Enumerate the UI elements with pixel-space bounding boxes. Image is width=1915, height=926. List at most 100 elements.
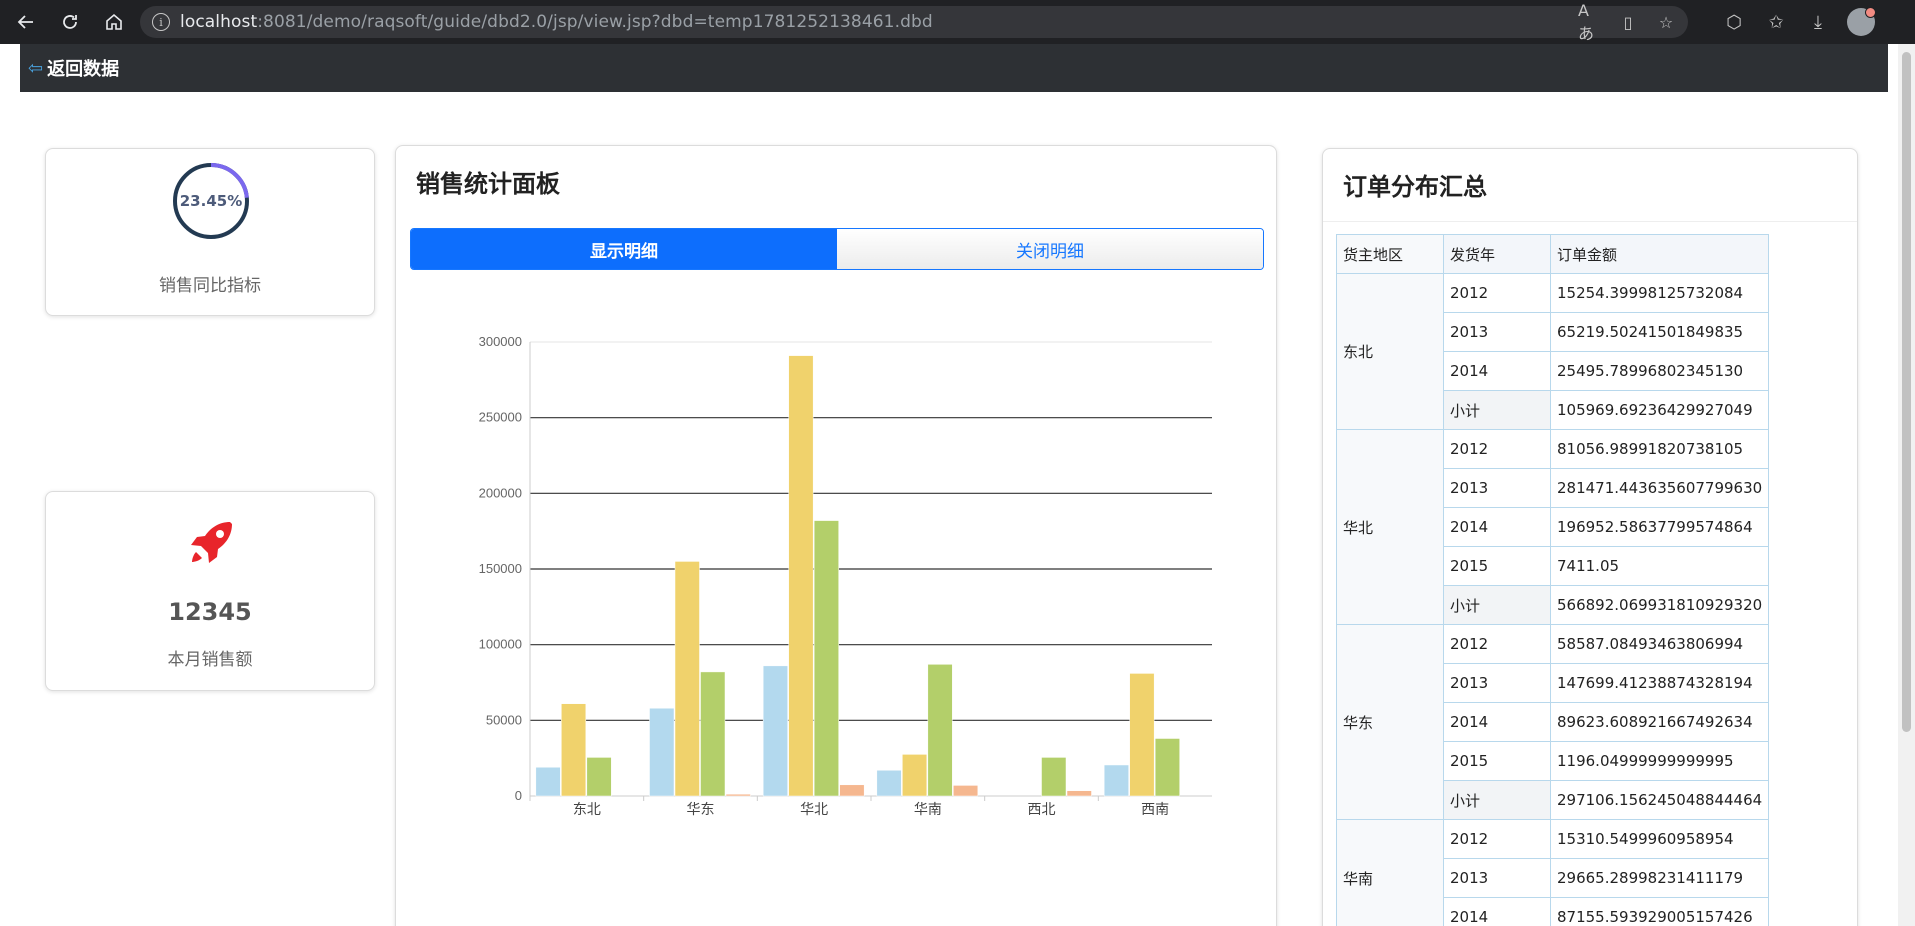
year-cell: 2012 xyxy=(1443,273,1551,313)
amount-cell: 58587.08493463806994 xyxy=(1549,624,1770,664)
x-tick-label: 西北 xyxy=(1028,802,1056,818)
x-tick-label: 西南 xyxy=(1141,802,1169,818)
kpi-ratio-card: 23.45% 销售同比指标 xyxy=(45,148,375,316)
bar-东北-0 xyxy=(535,766,561,797)
bar-西南-1 xyxy=(1129,673,1155,797)
y-tick-label: 50000 xyxy=(486,712,522,727)
close-detail-button[interactable]: 关闭明细 xyxy=(837,229,1263,269)
table-row: 东北 2012 15254.39998125732084 xyxy=(1336,273,1770,430)
reload-icon[interactable] xyxy=(52,4,88,40)
order-table: 货主地区 发货年 订单金额 东北 2012 15254.39998125732084… xyxy=(1336,234,1770,926)
amount-cell: 87155.593929005157426 xyxy=(1549,897,1770,926)
table-row: 华南 2012 15310.5499960958954 xyxy=(1336,819,1770,926)
favorite-star-icon[interactable]: ☆ xyxy=(1654,10,1678,34)
year-cell: 2015 xyxy=(1443,741,1551,781)
region-cell: 东北 xyxy=(1336,273,1444,430)
x-tick-label: 东北 xyxy=(573,802,601,818)
year-cell: 小计 xyxy=(1443,780,1551,820)
bar-华北-1 xyxy=(788,355,814,797)
order-summary-card: 订单分布汇总 货主地区 发货年 订单金额 东北 2012 15254.3999812… xyxy=(1322,148,1858,926)
reader-mode-icon[interactable]: ▯ xyxy=(1616,10,1640,34)
amount-cell: 29665.28998231411179 xyxy=(1549,858,1770,898)
bar-西南-2 xyxy=(1154,738,1180,797)
year-cell: 2012 xyxy=(1443,819,1551,859)
page-scrollbar[interactable] xyxy=(1898,44,1915,926)
year-cell: 2013 xyxy=(1443,312,1551,352)
y-tick-label: 100000 xyxy=(479,637,522,652)
bar-华南-1 xyxy=(902,754,928,797)
amount-cell: 1196.04999999999995 xyxy=(1549,741,1770,781)
amount-cell: 105969.69236429927049 xyxy=(1549,390,1770,430)
year-cell: 2013 xyxy=(1443,468,1551,508)
amount-cell: 89623.608921667492634 xyxy=(1549,702,1770,742)
amount-cell: 25495.78996802345130 xyxy=(1549,351,1770,391)
year-cell: 2014 xyxy=(1443,702,1551,742)
sales-stat-panel: 销售统计面板 显示明细 关闭明细 0 50000 100000 150000 20000… xyxy=(395,145,1277,926)
bar-华东-3 xyxy=(725,793,751,797)
favorites-icon[interactable]: ✩ xyxy=(1763,12,1789,33)
amount-cell: 281471.443635607799630 xyxy=(1549,468,1770,508)
site-info-icon[interactable]: i xyxy=(152,13,170,31)
rocket-icon xyxy=(191,522,232,563)
sales-bar-chart: 0 50000 100000 150000 200000 250000 300000 东北 华东… xyxy=(479,334,1212,818)
ratio-label: 销售同比指标 xyxy=(159,276,261,296)
download-icon[interactable]: ⤓ xyxy=(1805,12,1831,33)
bar-华东-1 xyxy=(674,561,700,797)
extensions-icon[interactable]: ⬡ xyxy=(1721,12,1747,33)
bar-华南-0 xyxy=(876,770,902,797)
amount-cell: 15254.39998125732084 xyxy=(1549,273,1770,313)
region-cell: 华南 xyxy=(1336,819,1444,926)
bar-西北-3 xyxy=(1066,790,1092,797)
table-header-row: 货主地区 发货年 订单金额 xyxy=(1336,234,1770,274)
sales-value: 12345 xyxy=(168,598,252,626)
bar-西南-0 xyxy=(1103,764,1129,797)
back-arrow-icon[interactable] xyxy=(8,4,44,40)
url-host: localhost xyxy=(180,12,258,32)
col-header-region: 货主地区 xyxy=(1336,234,1444,274)
address-bar[interactable]: i localhost:8081/demo/raqsoft/guide/dbd2… xyxy=(140,1,1688,43)
divider xyxy=(1323,221,1857,222)
bar-华北-3 xyxy=(839,784,865,797)
bar-西北-2 xyxy=(1041,757,1067,797)
year-cell: 2014 xyxy=(1443,507,1551,547)
browser-toolbar: i localhost:8081/demo/raqsoft/guide/dbd2… xyxy=(0,0,1915,44)
y-tick-label: 150000 xyxy=(479,561,522,576)
year-cell: 2012 xyxy=(1443,429,1551,469)
amount-cell: 147699.41238874328194 xyxy=(1549,663,1770,703)
scrollbar-thumb[interactable] xyxy=(1902,52,1911,732)
y-tick-label: 200000 xyxy=(479,485,522,500)
panel-title: 销售统计面板 xyxy=(416,170,560,198)
year-cell: 2014 xyxy=(1443,351,1551,391)
amount-cell: 65219.50241501849835 xyxy=(1549,312,1770,352)
region-cell: 华北 xyxy=(1336,429,1444,625)
col-header-amount: 订单金额 xyxy=(1549,234,1770,274)
y-tick-label: 0 xyxy=(515,788,522,803)
page-content: ⇦ 返回数据 23.45% 销售同比指标 12345 本月销售额 销售统计面板 … xyxy=(0,44,1898,926)
home-icon[interactable] xyxy=(96,4,132,40)
kpi-sales-card: 12345 本月销售额 xyxy=(45,491,375,691)
amount-cell: 15310.5499960958954 xyxy=(1549,819,1770,859)
orders-title: 订单分布汇总 xyxy=(1343,173,1487,201)
return-arrow-icon[interactable]: ⇦ xyxy=(28,58,43,79)
bar-华东-0 xyxy=(649,707,675,797)
read-aloud-icon[interactable]: Aあ xyxy=(1578,1,1602,43)
x-tick-label: 华南 xyxy=(914,802,942,818)
ratio-percent: 23.45% xyxy=(179,192,243,210)
amount-cell: 566892.069931810929320 xyxy=(1549,585,1770,625)
amount-cell: 297106.156245048844464 xyxy=(1549,780,1770,820)
bar-华北-2 xyxy=(813,520,839,797)
bar-东北-2 xyxy=(586,757,612,797)
col-header-year: 发货年 xyxy=(1443,234,1551,274)
x-tick-label: 华北 xyxy=(800,802,828,818)
show-detail-button[interactable]: 显示明细 xyxy=(411,229,837,269)
url-path: :8081/demo/raqsoft/guide/dbd2.0/jsp/view… xyxy=(257,12,933,32)
bar-东北-1 xyxy=(561,703,587,797)
bar-华南-2 xyxy=(927,664,953,797)
url-text[interactable]: localhost:8081/demo/raqsoft/guide/dbd2.0… xyxy=(180,12,933,32)
profile-avatar[interactable] xyxy=(1847,7,1876,36)
region-cell: 华东 xyxy=(1336,624,1444,820)
detail-toggle: 显示明细 关闭明细 xyxy=(410,228,1264,270)
top-nav-bar: ⇦ 返回数据 xyxy=(20,44,1888,92)
back-to-data-link[interactable]: 返回数据 xyxy=(47,55,119,81)
table-row: 华北 2012 81056.98991820738105 xyxy=(1336,429,1770,625)
